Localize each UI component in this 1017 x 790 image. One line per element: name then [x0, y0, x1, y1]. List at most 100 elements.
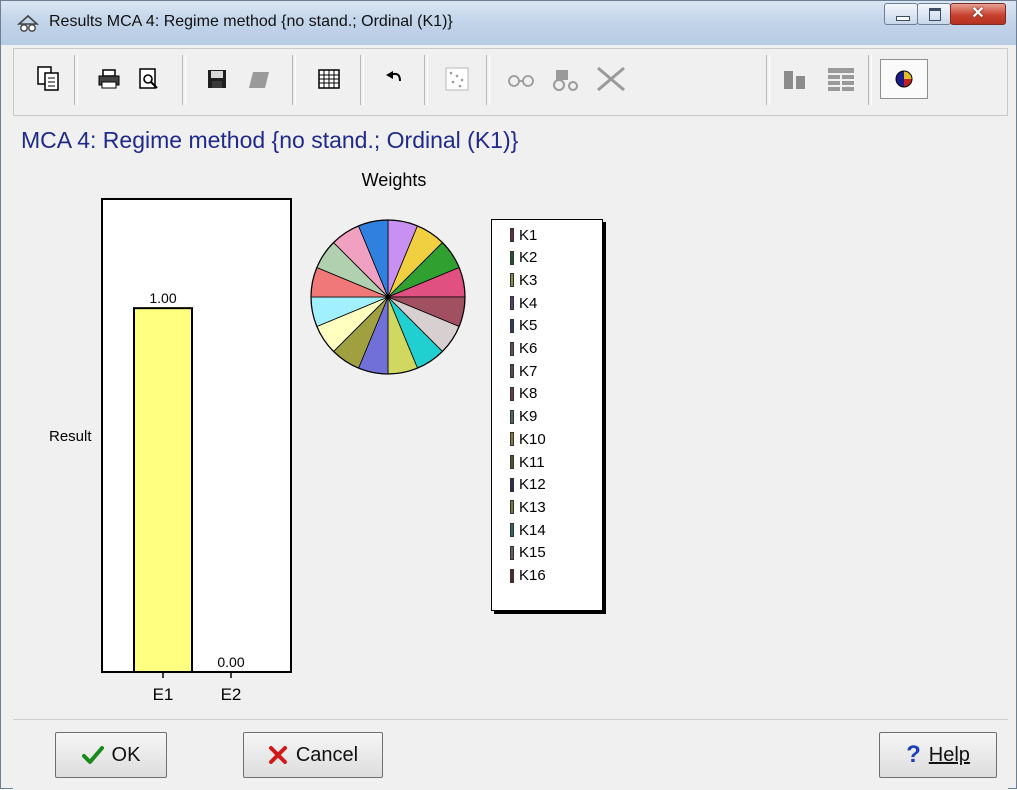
legend-swatch [510, 545, 514, 560]
legend-item-k6: K6 [510, 338, 537, 360]
legend-label: K2 [519, 249, 538, 267]
legend-item-k4: K4 [510, 292, 537, 314]
legend-label: K8 [519, 385, 538, 403]
legend-item-k7: K7 [510, 360, 537, 382]
close-button[interactable]: ✕ [950, 3, 1006, 25]
cross-button[interactable] [594, 59, 628, 99]
copy-icon [37, 66, 59, 91]
ok-label: OK [111, 743, 141, 766]
legend-label: K10 [519, 430, 546, 448]
maximize-button[interactable] [917, 3, 951, 25]
help-label: Help [928, 743, 970, 766]
glasses-icon [508, 75, 534, 87]
legend-item-k14: K14 [510, 519, 546, 541]
print-button[interactable] [92, 59, 126, 99]
close-icon: ✕ [971, 5, 985, 22]
legend-label: K12 [519, 476, 546, 494]
legend-swatch [510, 341, 514, 356]
legend-swatch [510, 477, 514, 492]
app-icon [17, 14, 39, 32]
legend-label: K13 [519, 498, 546, 516]
legend-item-k12: K12 [510, 474, 546, 496]
minimize-button[interactable] [884, 3, 918, 25]
print-preview-icon [139, 68, 158, 89]
legend-swatch [510, 296, 514, 311]
window-title: Results MCA 4: Regime method {no stand.;… [49, 13, 453, 30]
undo-icon [386, 71, 401, 82]
pie-title: Weights [362, 170, 427, 190]
cancel-label: Cancel [295, 743, 359, 766]
legend-item-k1: K1 [510, 224, 537, 246]
bar-value-label: 1.00 [149, 290, 176, 306]
legend-item-k8: K8 [510, 383, 537, 405]
tractor-icon [553, 70, 578, 91]
maximize-icon [929, 8, 941, 21]
legend-item-k15: K15 [510, 542, 546, 564]
legend-label: K16 [519, 567, 546, 584]
title-bar[interactable]: Results MCA 4: Regime method {no stand.;… [1, 1, 1016, 45]
list-view-icon [828, 68, 854, 91]
list-view-button[interactable] [824, 59, 858, 99]
scatter-icon [445, 67, 469, 91]
results-window: Results MCA 4: Regime method {no stand.;… [0, 0, 1017, 790]
tractor-button[interactable] [548, 59, 582, 99]
bar-e1 [133, 307, 193, 673]
export-icon [249, 72, 269, 88]
y-axis-label: Result [49, 428, 92, 445]
toolbar [13, 48, 1008, 116]
legend-label: K15 [519, 544, 546, 562]
help-question-icon: ? [906, 741, 921, 768]
legend-swatch [510, 409, 514, 424]
minimize-icon [896, 16, 910, 21]
legend-item-k16: K16 [510, 565, 546, 587]
legend-item-k5: K5 [510, 315, 537, 337]
glasses-button[interactable] [504, 59, 538, 99]
window-controls: ✕ [884, 3, 1006, 31]
legend-item-k9: K9 [510, 406, 537, 428]
legend-label: K9 [519, 408, 538, 426]
pie-legend: K1 K2 K3 K4 K5 K6 K7 K8 K9 K10 K11 K12 K13 K14 K15 K16 [491, 219, 603, 611]
export-button[interactable] [242, 59, 276, 99]
legend-label: K11 [519, 453, 545, 471]
pie-chart [310, 219, 466, 375]
undo-button[interactable] [378, 59, 412, 99]
x-tick-label: E1 [153, 685, 174, 704]
legend-swatch [510, 432, 514, 447]
legend-item-k2: K2 [510, 247, 537, 269]
save-icon [208, 70, 226, 88]
save-button[interactable] [200, 59, 234, 99]
legend-swatch [510, 500, 514, 515]
legend-swatch [510, 386, 514, 401]
results-heading: MCA 4: Regime method {no stand.; Ordinal… [21, 127, 519, 153]
legend-label: K5 [519, 317, 538, 335]
legend-label: K6 [519, 340, 538, 357]
pie-view-icon [895, 70, 913, 88]
legend-swatch [510, 455, 514, 469]
legend-label: K7 [519, 362, 538, 380]
print-icon [98, 69, 120, 89]
help-button[interactable]: ? Help [879, 732, 997, 778]
pie-view-button[interactable] [880, 59, 928, 99]
bar-value-label: 0.00 [217, 654, 244, 670]
legend-label: K4 [519, 294, 538, 312]
checkmark-icon [81, 746, 104, 764]
legend-swatch [510, 228, 514, 242]
print-preview-button[interactable] [132, 59, 166, 99]
cross-icon [597, 66, 625, 92]
legend-item-k3: K3 [510, 269, 537, 291]
cancel-button[interactable]: Cancel [243, 732, 383, 778]
legend-item-k10: K10 [510, 428, 546, 450]
legend-item-k13: K13 [510, 496, 546, 518]
copy-button[interactable] [32, 59, 66, 99]
bar-view-button[interactable] [780, 59, 814, 99]
table-icon [318, 69, 340, 89]
scatter-button[interactable] [440, 59, 474, 99]
ok-button[interactable]: OK [55, 732, 167, 778]
x-tick-label: E2 [221, 685, 242, 704]
table-button[interactable] [312, 59, 346, 99]
bar-view-icon [784, 71, 805, 89]
legend-swatch [510, 318, 514, 333]
cancel-x-icon [268, 746, 287, 764]
bar-plot-frame [101, 198, 292, 673]
legend-swatch [510, 568, 514, 583]
